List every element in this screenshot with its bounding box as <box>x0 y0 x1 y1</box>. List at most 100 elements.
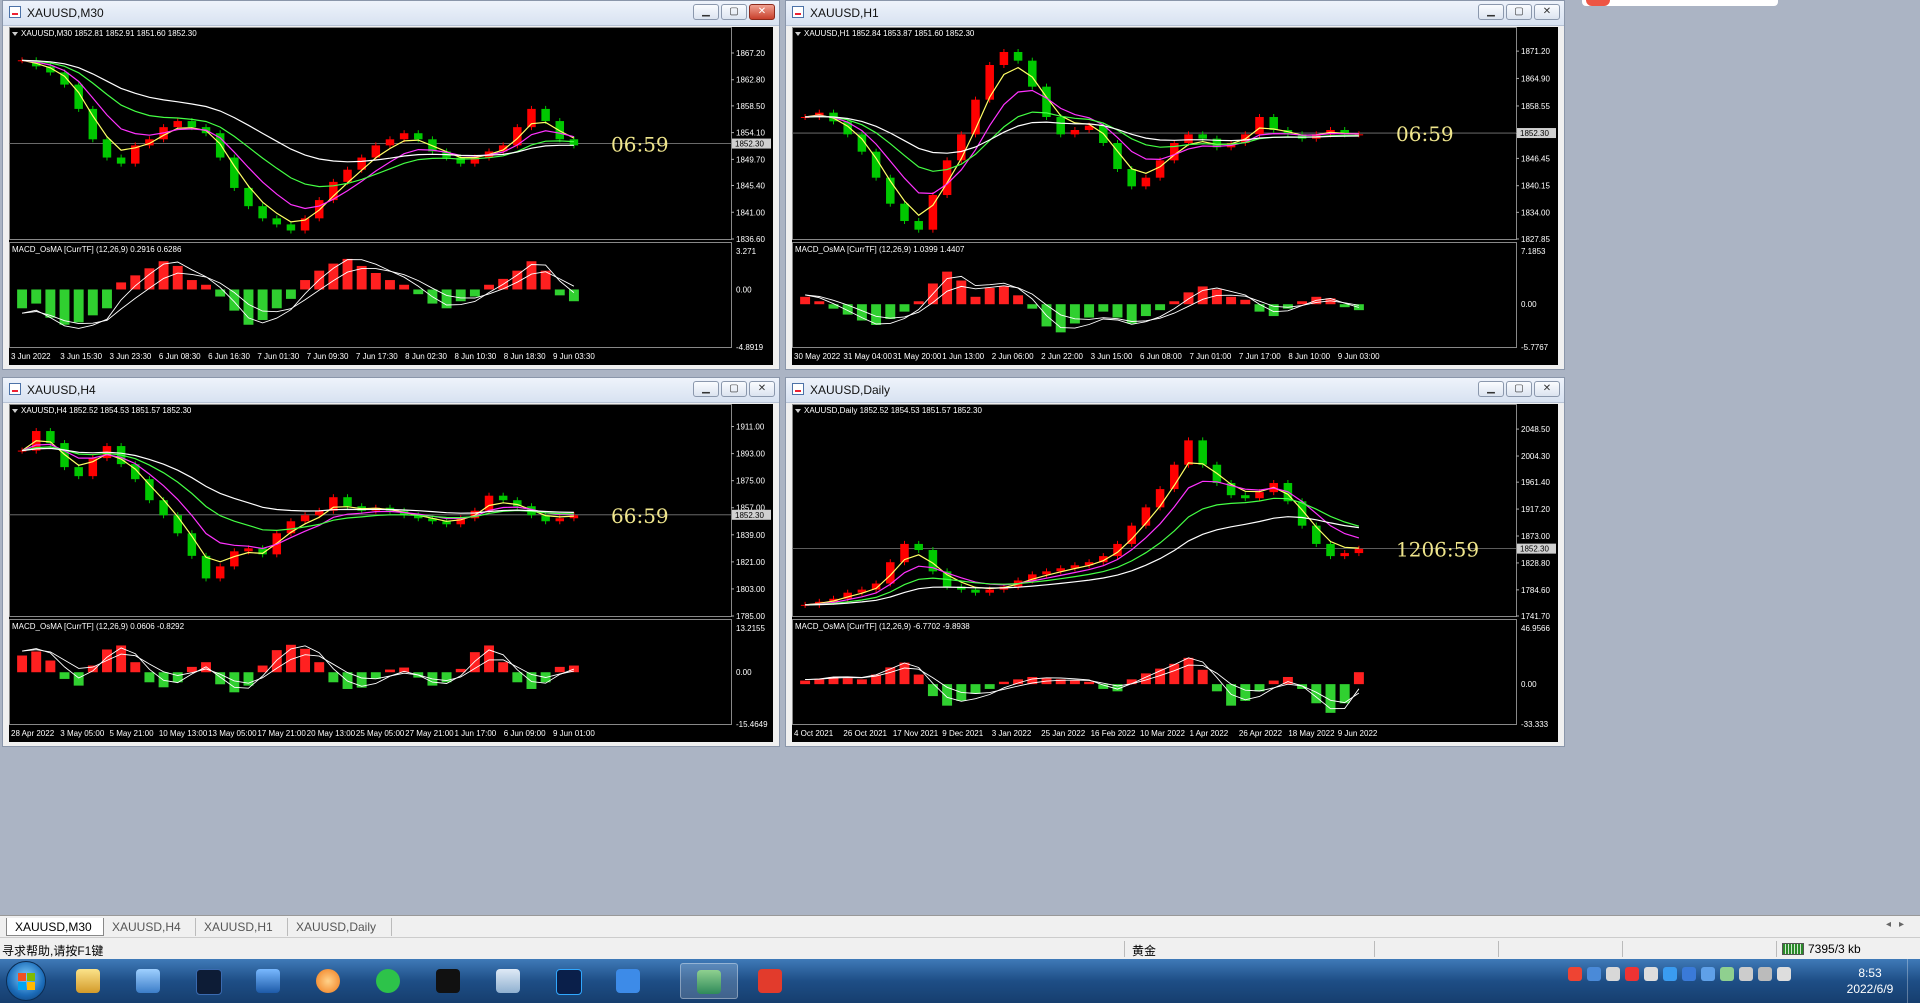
moving-average-line <box>805 497 1360 606</box>
candle-body <box>258 206 267 219</box>
start-button[interactable] <box>6 961 46 1001</box>
collapse-triangle-icon <box>12 32 18 36</box>
macd-histogram-bar <box>257 289 268 321</box>
close-button[interactable]: ✕ <box>749 381 775 397</box>
cloud-icon[interactable] <box>1663 967 1677 981</box>
notes-icon[interactable] <box>604 963 652 999</box>
macd-histogram-bar <box>913 674 924 685</box>
time-axis-label: 9 Jun 03:30 <box>553 352 595 361</box>
chart-window-h4[interactable]: XAUUSD,H4 ▁ ▢ ✕ XAUUSD,H4 1852.52 1854.5… <box>2 377 780 747</box>
time-axis-label: 31 May 20:00 <box>893 352 942 361</box>
window-titlebar[interactable]: XAUUSD,H1 ▁ ▢ ✕ <box>786 1 1564 26</box>
chart-area[interactable]: XAUUSD,M30 1852.81 1852.91 1851.60 1852.… <box>9 27 773 365</box>
close-button[interactable]: ✕ <box>1534 381 1560 397</box>
window-titlebar[interactable]: XAUUSD,H4 ▁ ▢ ✕ <box>3 378 779 403</box>
chart-window-m30[interactable]: XAUUSD,M30 ▁ ▢ ✕ XAUUSD,M30 1852.81 1852… <box>2 0 780 370</box>
chart-area[interactable]: XAUUSD,H4 1852.52 1854.53 1851.57 1852.3… <box>9 404 773 742</box>
macd-histogram-bar <box>73 289 84 323</box>
time-axis-label: 7 Jun 09:30 <box>307 352 349 361</box>
time-axis-label: 1 Jun 17:00 <box>454 729 496 738</box>
explorer-icon[interactable] <box>64 963 112 999</box>
minimize-button[interactable]: ▁ <box>1478 4 1504 20</box>
window-titlebar[interactable]: XAUUSD,M30 ▁ ▢ ✕ <box>3 1 779 26</box>
bar-countdown: 1206:59 <box>1396 538 1479 562</box>
tab-xauusd-daily[interactable]: XAUUSD,Daily <box>288 918 392 936</box>
close-button[interactable]: ✕ <box>1534 4 1560 20</box>
show-desktop-button[interactable] <box>1907 959 1920 1003</box>
capcut-icon[interactable] <box>424 963 472 999</box>
control-panel-icon[interactable] <box>124 963 172 999</box>
status-separator <box>1498 941 1499 957</box>
browser-icon[interactable] <box>304 963 352 999</box>
window-titlebar[interactable]: XAUUSD,Daily ▁ ▢ ✕ <box>786 378 1564 403</box>
candle-body <box>272 218 282 225</box>
macd-header: MACD_OsMA [CurrTF] (12,26,9) 0.2916 0.62… <box>12 245 182 254</box>
time-axis-label: 13 May 05:00 <box>208 729 257 738</box>
photoshop-icon[interactable] <box>544 963 592 999</box>
tab-xauusd-m30[interactable]: XAUUSD,M30 <box>6 918 104 936</box>
minimize-button[interactable]: ▁ <box>693 4 719 20</box>
chart-area[interactable]: XAUUSD,Daily 1852.52 1854.53 1851.57 185… <box>792 404 1558 742</box>
wps-icon[interactable] <box>746 963 794 999</box>
tab-xauusd-h4[interactable]: XAUUSD,H4 <box>104 918 196 936</box>
collapse-triangle-icon <box>12 409 18 413</box>
candle-body <box>187 121 197 128</box>
macd-histogram-bar <box>1254 304 1265 312</box>
candle-body <box>957 134 966 161</box>
signal-icon[interactable] <box>1777 967 1791 981</box>
close-button[interactable]: ✕ <box>749 4 775 20</box>
metatrader-icon[interactable] <box>184 963 232 999</box>
chart-window-daily[interactable]: XAUUSD,Daily ▁ ▢ ✕ XAUUSD,Daily 1852.52 … <box>785 377 1565 747</box>
chart-window-h1[interactable]: XAUUSD,H1 ▁ ▢ ✕ XAUUSD,H1 1852.84 1853.8… <box>785 0 1565 370</box>
help-icon[interactable] <box>1587 967 1601 981</box>
maximize-button[interactable]: ▢ <box>721 381 747 397</box>
candle-body <box>201 555 211 579</box>
maximize-button[interactable]: ▢ <box>721 4 747 20</box>
macd-histogram-bar <box>498 662 509 673</box>
trading-app-icon[interactable] <box>680 963 738 999</box>
wechat-tray-icon[interactable] <box>1720 967 1734 981</box>
screen-icon[interactable] <box>244 963 292 999</box>
candle-body <box>102 139 112 158</box>
wps-tray-icon[interactable] <box>1625 967 1639 981</box>
sync-icon[interactable] <box>1682 967 1696 981</box>
price-tick-label: 1875.00 <box>736 477 765 486</box>
time-axis-label: 9 Jun 03:00 <box>1338 352 1380 361</box>
price-tick-label: 1854.10 <box>736 129 765 138</box>
time-axis-label: 8 Jun 10:00 <box>1288 352 1330 361</box>
macd-histogram-bar <box>856 679 867 685</box>
candle-body <box>1354 548 1364 554</box>
candle-body <box>1070 130 1080 135</box>
window-title: XAUUSD,H1 <box>810 6 879 20</box>
window-title: XAUUSD,Daily <box>810 383 891 397</box>
maximize-button[interactable]: ▢ <box>1506 4 1532 20</box>
folder-icon[interactable] <box>484 963 532 999</box>
security-icon[interactable] <box>1701 967 1715 981</box>
macd-histogram-bar <box>885 304 896 320</box>
network-tray-icon[interactable] <box>1644 967 1658 981</box>
tab-scroll-arrows[interactable]: ◂▸ <box>1886 919 1912 930</box>
maximize-button[interactable]: ▢ <box>1506 381 1532 397</box>
window-title: XAUUSD,M30 <box>27 6 104 20</box>
wechat-icon[interactable] <box>364 963 412 999</box>
price-tick-label: 1834.00 <box>1521 208 1550 217</box>
macd-histogram-bar <box>800 680 811 685</box>
candle-body <box>871 151 881 178</box>
minimize-button[interactable]: ▁ <box>1478 381 1504 397</box>
macd-histogram-bar <box>1112 304 1123 318</box>
tab-xauusd-h1[interactable]: XAUUSD,H1 <box>196 918 288 936</box>
macd-histogram-bar <box>455 289 466 302</box>
input-icon[interactable] <box>1606 967 1620 981</box>
sogou-icon[interactable] <box>1568 967 1582 981</box>
chart-header: XAUUSD,H4 1852.52 1854.53 1851.57 1852.3… <box>21 406 192 415</box>
price-tick-label: 1873.00 <box>1521 532 1550 541</box>
price-tick-label: 1862.80 <box>736 76 765 85</box>
candle-body <box>999 52 1009 66</box>
taskbar-clock[interactable]: 8:53 2022/6/9 <box>1820 965 1920 997</box>
flag-icon[interactable] <box>1739 967 1753 981</box>
macd-histogram-bar <box>956 280 967 305</box>
chart-area[interactable]: XAUUSD,H1 1852.84 1853.87 1851.60 1852.3… <box>792 27 1558 365</box>
minimize-button[interactable]: ▁ <box>693 381 719 397</box>
price-tick-label: 1858.50 <box>736 102 765 111</box>
volume-icon[interactable] <box>1758 967 1772 981</box>
